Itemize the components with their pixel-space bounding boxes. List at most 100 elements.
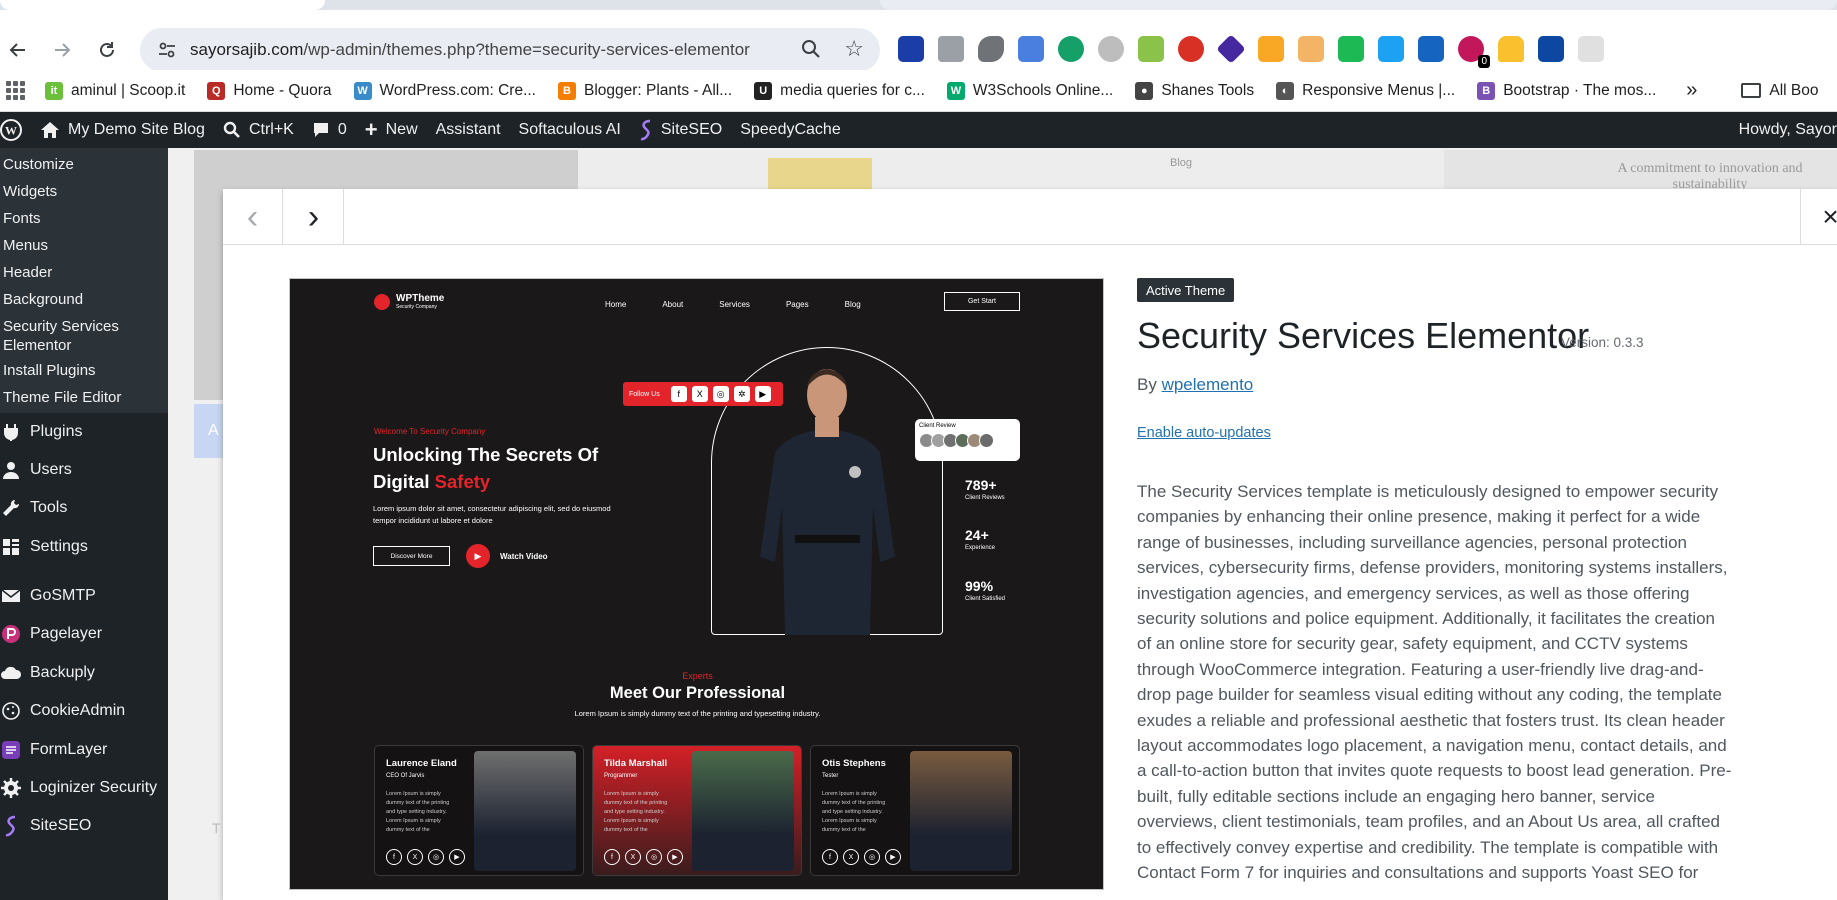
youtube-icon: ▶	[449, 849, 465, 865]
extension-icon[interactable]	[1258, 36, 1284, 62]
bookmark-item[interactable]: B Bootstrap · The mos...	[1477, 81, 1657, 100]
assistant-menu[interactable]: Assistant	[436, 121, 501, 139]
comments-menu[interactable]: 0	[312, 121, 347, 139]
camera-icon[interactable]	[938, 36, 964, 62]
extension-icon[interactable]	[1418, 36, 1444, 62]
siteseo-menu[interactable]: SiteSEO	[639, 119, 722, 141]
menu-item-pagelayer[interactable]: Pagelayer	[0, 615, 168, 654]
bookmark-item[interactable]: W WordPress.com: Cre...	[353, 81, 536, 100]
reload-icon	[100, 42, 114, 57]
menu-item-siteseo[interactable]: SiteSEO	[0, 807, 168, 846]
author-link[interactable]: wpelemento	[1162, 375, 1254, 394]
team-card: Otis Stephens Tester Lorem Ipsum is simply…	[810, 745, 1020, 876]
site-settings-icon[interactable]	[156, 39, 178, 61]
link-icon[interactable]: 0	[1458, 36, 1490, 68]
bookmark-label: W3Schools Online...	[972, 81, 1114, 99]
submenu-item[interactable]: Widgets	[0, 182, 160, 201]
menu-item-label: SiteSEO	[30, 817, 92, 835]
menu-item-users[interactable]: Users	[0, 451, 168, 490]
new-content-menu[interactable]: + New	[365, 117, 418, 143]
theme-version: Version: 0.3.3	[1561, 335, 1644, 350]
review-label: Client Review	[919, 423, 956, 429]
extension-icon[interactable]	[1578, 36, 1604, 62]
submenu-item[interactable]: Security Services Elementor	[0, 317, 160, 355]
site-name-menu[interactable]: My Demo Site Blog	[40, 121, 205, 139]
zoom-icon[interactable]	[800, 38, 824, 62]
bookmark-item[interactable]: ● Shanes Tools	[1135, 81, 1254, 100]
cloud-icon	[0, 662, 22, 684]
bookmark-item[interactable]: B Blogger: Plants - All...	[557, 81, 732, 100]
team-member-bio: Lorem Ipsum is simply dummy text of the …	[604, 791, 668, 833]
menu-item-gosmtp[interactable]: GoSMTP	[0, 577, 168, 616]
submenu-item[interactable]: Fonts	[0, 209, 160, 228]
submenu-item[interactable]: Menus	[0, 236, 160, 255]
extension-icon[interactable]	[1178, 36, 1204, 62]
home-icon	[40, 121, 60, 139]
team-member-name: Laurence Eland	[386, 758, 457, 769]
arrow-right-icon	[55, 43, 71, 57]
wp-admin-bar: W My Demo Site Blog Ctrl+K 0 + New Assis…	[0, 112, 1837, 148]
bell-icon[interactable]	[1498, 36, 1524, 62]
previous-theme-button[interactable]: ‹	[223, 189, 283, 245]
wordpress-logo-menu[interactable]: W	[0, 119, 22, 141]
bookmark-item[interactable]: Q Home - Quora	[207, 81, 332, 100]
bookmarks-overflow-button[interactable]: »	[1686, 79, 1697, 102]
submenu-item[interactable]: Customize	[0, 155, 160, 174]
team-member-role: CEO Of Jarvis	[386, 773, 425, 779]
speedycache-menu[interactable]: SpeedyCache	[740, 121, 841, 139]
team-member-bio: Lorem Ipsum is simply dummy text of the …	[386, 791, 450, 833]
my-account-menu[interactable]: Howdy, Sayor	[1739, 112, 1837, 148]
plus-icon: +	[364, 117, 378, 142]
bookmark-item[interactable]: W W3Schools Online...	[946, 81, 1114, 100]
menu-item-tools[interactable]: Tools	[0, 489, 168, 528]
submenu-item[interactable]: Theme File Editor	[0, 388, 160, 407]
all-bookmarks-label: All Boo	[1769, 81, 1819, 99]
extension-icon[interactable]	[898, 36, 924, 62]
review-avatars	[919, 433, 1016, 448]
enable-auto-updates-link[interactable]: Enable auto-updates	[1137, 425, 1271, 441]
submenu-item[interactable]: Background	[0, 290, 160, 309]
url-text: sayorsajib.com/wp-admin/themes.php?theme…	[190, 40, 750, 60]
extension-icon[interactable]	[1216, 34, 1246, 64]
chip-letter: A	[208, 422, 219, 439]
grammarly-icon[interactable]	[1058, 36, 1084, 62]
omnibox[interactable]: sayorsajib.com/wp-admin/themes.php?theme…	[140, 28, 880, 72]
browser-tab[interactable]	[880, 0, 1837, 10]
softaculous-menu[interactable]: Softaculous AI	[519, 121, 621, 139]
reload-button[interactable]	[89, 32, 125, 68]
menu-item-backuply[interactable]: Backuply	[0, 654, 168, 693]
extension-icon[interactable]	[1298, 36, 1324, 62]
browser-tab[interactable]	[0, 0, 325, 10]
bookmark-item[interactable]: it aminul | Scoop.it	[45, 81, 185, 100]
apps-grid-icon[interactable]	[6, 80, 25, 101]
extension-icon[interactable]	[1138, 36, 1164, 62]
forward-button[interactable]	[44, 32, 80, 68]
cookie-icon	[0, 700, 22, 722]
extension-icon[interactable]	[978, 36, 1004, 62]
shot-nav-item: Home	[605, 300, 627, 309]
chevron-right-icon: ›	[307, 198, 320, 236]
menu-item-settings[interactable]: Settings	[0, 528, 168, 567]
submenu-item[interactable]: Install Plugins	[0, 361, 160, 380]
extension-icon[interactable]	[1538, 36, 1564, 62]
extension-icon[interactable]	[1378, 36, 1404, 62]
submenu-item[interactable]: Header	[0, 263, 160, 282]
lightning-icon[interactable]	[1338, 36, 1364, 62]
bookmark-label: Bootstrap · The mos...	[1503, 81, 1657, 99]
bookmark-item[interactable]: ◐ Responsive Menus |...	[1276, 81, 1455, 100]
extension-icon[interactable]	[1098, 36, 1124, 62]
back-button[interactable]	[0, 32, 36, 68]
menu-item-loginizer-security[interactable]: Loginizer Security	[0, 769, 168, 808]
translate-icon[interactable]	[1018, 36, 1044, 62]
bookmark-item[interactable]: Umedia queries for c...	[754, 81, 925, 100]
next-theme-button[interactable]: ›	[284, 189, 344, 245]
menu-item-plugins[interactable]: Plugins	[0, 413, 168, 452]
bookmark-star-icon[interactable]: ☆	[844, 36, 864, 62]
team-socials: f X ◎ ▶	[822, 849, 901, 865]
all-bookmarks-folder[interactable]: All Boo	[1741, 81, 1819, 100]
menu-item-formlayer[interactable]: FormLayer	[0, 731, 168, 770]
command-palette-button[interactable]: Ctrl+K	[223, 121, 294, 139]
menu-item-cookieadmin[interactable]: CookieAdmin	[0, 692, 168, 731]
shot-hero-title: Unlocking The Secrets Of Digital Safety	[373, 441, 633, 495]
close-modal-button[interactable]: ×	[1800, 189, 1837, 245]
